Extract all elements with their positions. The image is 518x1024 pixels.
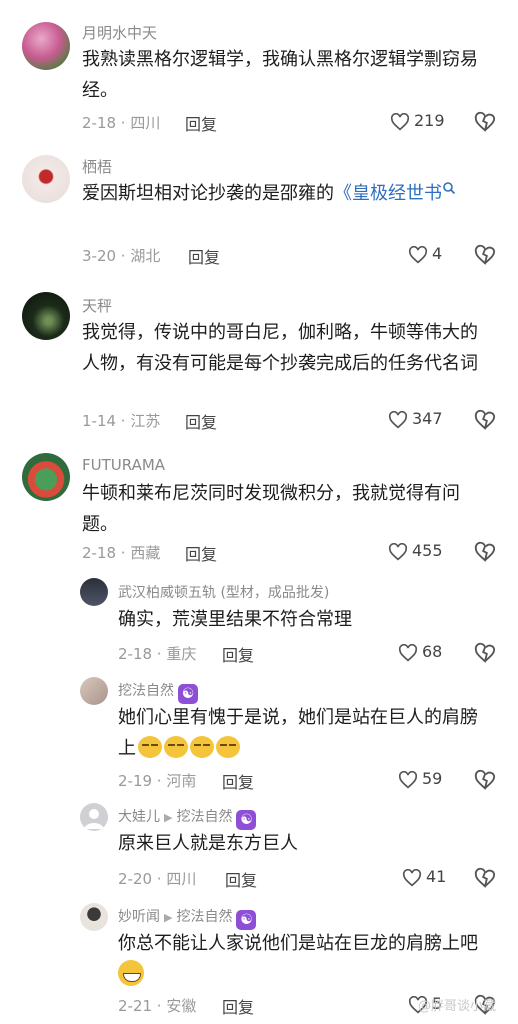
default-user-icon: [84, 809, 104, 829]
reply-button[interactable]: 回复: [185, 111, 217, 135]
search-keyword-link[interactable]: 《皇极经世书: [334, 182, 456, 204]
like-count: 455: [412, 541, 443, 560]
search-icon: [443, 182, 456, 195]
reply-date-location: 2-18 · 重庆: [118, 645, 197, 663]
smirk-emoji-icon: [138, 736, 162, 758]
avatar[interactable]: [22, 22, 70, 70]
reply-button[interactable]: 回复: [222, 642, 254, 666]
reply-arrow-icon: ▶: [164, 811, 173, 824]
like-button[interactable]: 4: [408, 244, 442, 264]
reply-text-plain: 你总不能让人家说他们是站在巨龙的肩膀上吧: [118, 933, 478, 954]
reply-button[interactable]: 回复: [225, 867, 257, 891]
comment-author[interactable]: 天秤: [82, 295, 112, 316]
reply-author[interactable]: 妙听闻 ▶ 挖法自然 ☯: [118, 906, 257, 930]
broken-heart-icon[interactable]: [474, 244, 496, 266]
reply-author[interactable]: 挖法自然 ☯: [118, 680, 198, 704]
reply-to-name[interactable]: 挖法自然: [176, 809, 232, 825]
comment-text: 我觉得，传说中的哥白尼，伽利略，牛顿等伟大的人物，有没有可能是每个抄袭完成后的任…: [82, 322, 478, 374]
reply-author[interactable]: 武汉柏威顿五轨 (型材，成品批发): [118, 582, 329, 602]
avatar[interactable]: [80, 677, 108, 705]
reply-button[interactable]: 回复: [185, 409, 217, 433]
reply-text: 你总不能让人家说他们是站在巨龙的肩膀上吧: [118, 928, 498, 990]
like-button[interactable]: 41: [402, 867, 446, 887]
like-button[interactable]: 68: [398, 642, 442, 662]
smirk-emoji-icon: [190, 736, 214, 758]
yin-yang-badge-icon: ☯: [236, 910, 257, 930]
reply-button[interactable]: 回复: [185, 541, 217, 565]
reply-text: 原来巨人就是东方巨人: [118, 833, 298, 854]
like-button[interactable]: 59: [398, 769, 442, 789]
reply-text: 确实，荒漠里结果不符合常理: [118, 609, 352, 630]
avatar[interactable]: [22, 292, 70, 340]
reply-author-name: 大娃儿: [118, 809, 160, 825]
reply-button[interactable]: 回复: [222, 769, 254, 793]
like-button[interactable]: 219: [390, 111, 445, 131]
like-count: 68: [422, 642, 443, 661]
smirk-emoji-icon: [164, 736, 188, 758]
broken-heart-icon[interactable]: [474, 769, 496, 791]
keyword-text: 《皇极经世书: [334, 183, 442, 204]
reply-date-location: 2-21 · 安徽: [118, 997, 197, 1015]
reply-to-name[interactable]: 挖法自然: [176, 909, 232, 925]
reply-author-name: 妙听闻: [118, 909, 160, 925]
like-button[interactable]: 455: [388, 541, 443, 561]
reply-date-location: 2-19 · 河南: [118, 772, 197, 790]
avatar[interactable]: [80, 903, 108, 931]
reply-text: 她们心里有愧于是说，她们是站在巨人的肩膀上: [118, 702, 488, 764]
comment-date-location: 3-20 · 湖北: [82, 247, 161, 265]
avatar[interactable]: [80, 803, 108, 831]
like-count: 4: [432, 244, 443, 263]
heart-icon: [398, 643, 418, 662]
heart-icon: [408, 245, 428, 264]
like-button[interactable]: 347: [388, 409, 443, 429]
heart-icon: [388, 542, 408, 561]
comment-text-plain: 爱因斯坦相对论抄袭的是邵雍的: [82, 183, 334, 204]
like-count: 347: [412, 409, 443, 428]
watermark: @胖哥谈小藏: [417, 999, 496, 1014]
reply-button[interactable]: 回复: [222, 994, 254, 1018]
comment-text: 牛顿和莱布尼茨同时发现微积分，我就觉得有问题。: [82, 483, 460, 535]
comment-author[interactable]: FUTURAMA: [82, 456, 165, 474]
reply-button[interactable]: 回复: [188, 244, 220, 268]
comment-thread: 月明水中天 我熟读黑格尔逻辑学，我确认黑格尔逻辑学剽窃易经。 2-18 · 四川…: [0, 0, 518, 1024]
heart-icon: [402, 868, 422, 887]
broken-heart-icon[interactable]: [474, 541, 496, 563]
comment-author[interactable]: 月明水中天: [82, 22, 157, 43]
reply-author-name: 挖法自然: [118, 683, 174, 699]
thinking-emoji-icon: [216, 736, 240, 758]
like-count: 59: [422, 769, 443, 788]
comment-author[interactable]: 栖梧: [82, 156, 112, 177]
avatar[interactable]: [22, 155, 70, 203]
like-count: 41: [426, 867, 447, 886]
broken-heart-icon[interactable]: [474, 409, 496, 431]
heart-icon: [390, 112, 410, 131]
comment-text: 爱因斯坦相对论抄袭的是邵雍的《皇极经世书: [82, 178, 472, 209]
reply-date-location: 2-20 · 四川: [118, 870, 197, 888]
reply-arrow-icon: ▶: [164, 911, 173, 924]
avatar[interactable]: [22, 453, 70, 501]
comment-date-location: 1-14 · 江苏: [82, 412, 161, 430]
reply-author[interactable]: 大娃儿 ▶ 挖法自然 ☯: [118, 806, 257, 830]
heart-icon: [388, 410, 408, 429]
avatar[interactable]: [80, 578, 108, 606]
broken-heart-icon[interactable]: [474, 867, 496, 889]
comment-date-location: 2-18 · 西藏: [82, 544, 161, 562]
yin-yang-badge-icon: ☯: [178, 684, 198, 704]
like-count: 219: [414, 111, 445, 130]
heart-icon: [398, 770, 418, 789]
comment-date-location: 2-18 · 四川: [82, 114, 161, 132]
broken-heart-icon[interactable]: [474, 642, 496, 664]
broken-heart-icon[interactable]: [474, 111, 496, 133]
comment-text: 我熟读黑格尔逻辑学，我确认黑格尔逻辑学剽窃易经。: [82, 49, 478, 101]
grin-emoji-icon: [118, 960, 144, 986]
yin-yang-badge-icon: ☯: [236, 810, 257, 830]
